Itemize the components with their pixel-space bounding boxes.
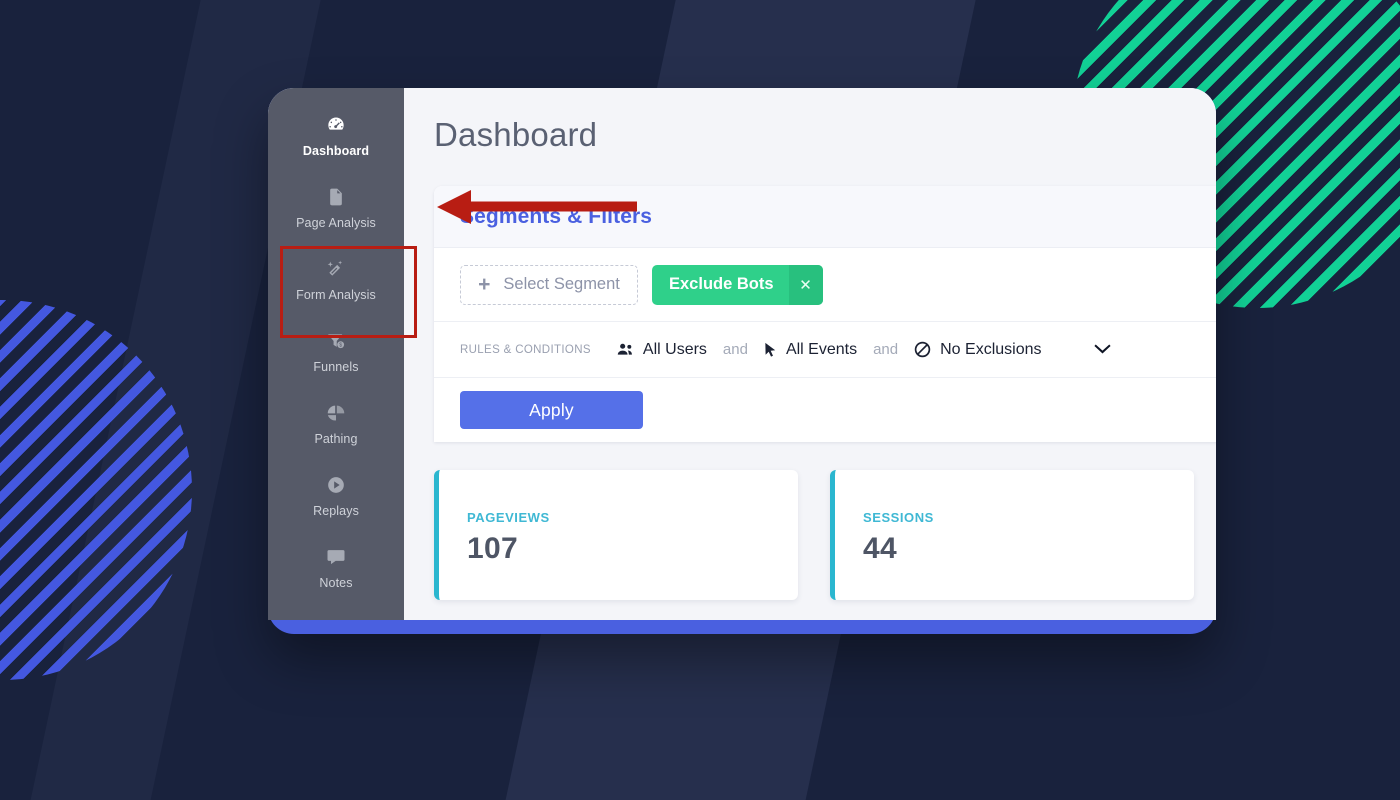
sidebar-item-label: Form Analysis <box>296 287 376 302</box>
plus-icon: + <box>478 273 491 296</box>
sidebar-item-label: Funnels <box>313 359 359 374</box>
stat-card-sessions: SESSIONS 44 <box>830 470 1194 600</box>
stat-value: 44 <box>863 532 897 565</box>
sidebar-item-label: Dashboard <box>302 143 370 158</box>
segment-chip-label: Exclude Bots <box>669 275 774 293</box>
stat-label: SESSIONS <box>863 510 934 525</box>
apply-row: Apply <box>434 378 1216 442</box>
sidebar-item-pathing[interactable]: Pathing <box>268 388 404 460</box>
sidebar-item-notes[interactable]: Notes <box>268 532 404 604</box>
sidebar-item-form-analysis[interactable]: Form Analysis <box>268 244 404 316</box>
sidebar-item-label: Pathing <box>314 431 358 446</box>
play-circle-icon <box>326 475 346 495</box>
sidebar-item-page-analysis[interactable]: Page Analysis <box>268 172 404 244</box>
main-content: Dashboard Segments & Filters + Select Se… <box>404 88 1216 620</box>
rule-conjunction: and <box>873 341 899 358</box>
rule-no-exclusions[interactable]: No Exclusions <box>914 340 1042 359</box>
segments-filters-card: Segments & Filters + Select Segment Excl… <box>434 186 1216 442</box>
sidebar-item-label: Page Analysis <box>296 215 376 230</box>
sidebar-item-label: Replays <box>313 503 359 518</box>
cursor-icon <box>764 342 777 358</box>
sidebar-item-funnels[interactable]: $ Funnels <box>268 316 404 388</box>
sidebar-item-dashboard[interactable]: Dashboard <box>268 100 404 172</box>
rule-conjunction: and <box>722 341 748 358</box>
funnel-icon: $ <box>326 331 346 351</box>
page-title: Dashboard <box>434 116 598 153</box>
pie-chart-icon <box>326 403 346 423</box>
gauge-icon <box>326 115 346 135</box>
svg-text:$: $ <box>339 342 342 348</box>
no-entry-icon <box>914 341 931 358</box>
stat-value: 107 <box>467 532 518 565</box>
segments-card-header: Segments & Filters <box>434 186 1216 248</box>
select-segment-button[interactable]: + Select Segment <box>460 264 638 305</box>
document-icon <box>326 187 346 207</box>
magic-wand-icon <box>326 259 346 279</box>
chevron-down-icon[interactable] <box>1093 344 1111 355</box>
close-icon[interactable]: ✕ <box>788 264 823 305</box>
screenshot-root: Dashboard Page Analysis Form Analysis $ … <box>0 0 1400 800</box>
select-segment-label: Select Segment <box>503 275 620 293</box>
stat-card-pageviews: PAGEVIEWS 107 <box>434 470 798 600</box>
rule-label: No Exclusions <box>940 340 1042 358</box>
sidebar-item-replays[interactable]: Replays <box>268 460 404 532</box>
sidebar-item-label: Notes <box>319 575 353 590</box>
segments-card-title: Segments & Filters <box>460 204 653 228</box>
rule-all-users[interactable]: All Users <box>617 341 707 359</box>
rules-conditions-label: RULES & CONDITIONS <box>460 343 591 356</box>
rule-label: All Users <box>642 340 707 358</box>
apply-button[interactable]: Apply <box>460 391 643 429</box>
comment-icon <box>326 547 346 567</box>
stats-row: PAGEVIEWS 107 SESSIONS 44 <box>434 470 1216 600</box>
rule-label: All Events <box>785 340 858 358</box>
users-icon <box>617 342 634 357</box>
striped-circle-blue-icon <box>0 300 192 680</box>
sidebar: Dashboard Page Analysis Form Analysis $ … <box>268 88 417 620</box>
stat-label: PAGEVIEWS <box>467 510 550 525</box>
segment-chip-exclude-bots[interactable]: Exclude Bots ✕ <box>652 264 823 305</box>
app-window: Dashboard Page Analysis Form Analysis $ … <box>268 88 1216 620</box>
segment-selection-row: + Select Segment Exclude Bots ✕ <box>434 248 1216 322</box>
rules-conditions-row: RULES & CONDITIONS All Users and All Eve… <box>434 322 1216 378</box>
rule-all-events[interactable]: All Events <box>764 341 857 359</box>
